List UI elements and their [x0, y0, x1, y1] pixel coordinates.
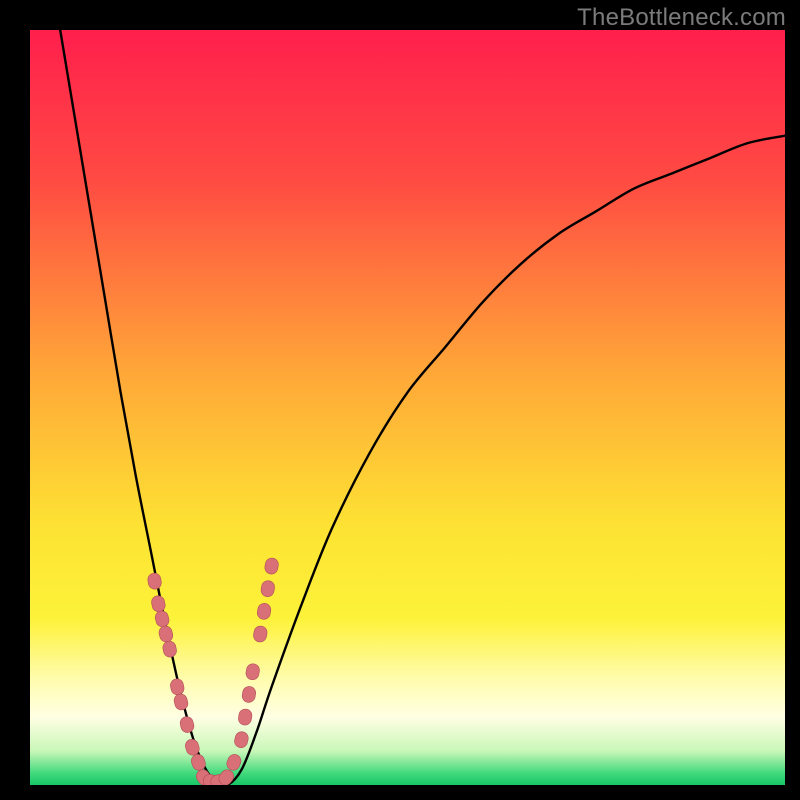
curve-layer	[30, 30, 785, 785]
curve-marker	[173, 693, 190, 712]
curve-marker	[225, 753, 243, 773]
curve-marker	[256, 602, 271, 620]
curve-marker	[237, 708, 252, 726]
curve-marker	[252, 625, 268, 643]
curve-marker	[179, 715, 195, 734]
curve-marker	[241, 685, 256, 703]
watermark-text: TheBottleneck.com	[577, 4, 786, 32]
plot-area	[30, 30, 785, 785]
curve-marker	[169, 678, 185, 696]
marker-group	[147, 557, 279, 785]
curve-marker	[154, 610, 170, 629]
bottleneck-curve	[60, 30, 785, 785]
curve-marker	[147, 572, 162, 590]
curve-marker	[245, 663, 261, 681]
chart-frame: TheBottleneck.com	[0, 0, 800, 800]
curve-marker	[150, 595, 166, 613]
curve-marker	[264, 557, 279, 575]
curve-marker	[233, 730, 249, 749]
curve-marker	[158, 625, 174, 644]
curve-marker	[162, 640, 178, 658]
curve-marker	[260, 580, 275, 598]
